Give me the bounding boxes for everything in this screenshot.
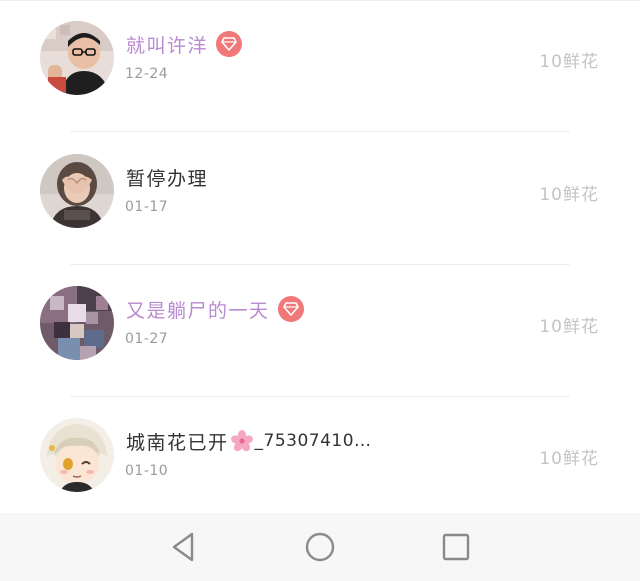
list-item[interactable]: 暂停办理 01-17 10鲜花 xyxy=(0,133,640,265)
flower-amount: 10鲜花 xyxy=(539,52,599,72)
user-name[interactable]: 城南花已开 _75307410… xyxy=(126,427,372,455)
row-divider xyxy=(70,131,570,132)
vip-diamond-icon xyxy=(216,31,243,57)
flower-amount: 10鲜花 xyxy=(539,449,599,469)
back-icon[interactable] xyxy=(166,530,200,564)
user-name-text: 暂停办理 xyxy=(126,167,209,190)
avatar[interactable] xyxy=(40,21,114,95)
gift-list-screen: 就叫许洋 12-24 10鲜花 暂停办理 01-17 10鲜花 又是躺尸的一天 … xyxy=(0,0,640,581)
list-item[interactable]: 就叫许洋 12-24 10鲜花 xyxy=(0,0,640,132)
avatar[interactable] xyxy=(40,154,114,228)
flower-amount: 10鲜花 xyxy=(539,317,599,337)
user-name[interactable]: 暂停办理 xyxy=(126,163,208,191)
recent-apps-icon[interactable] xyxy=(439,530,473,564)
gift-date: 12-24 xyxy=(125,66,169,82)
user-name-text: 就叫许洋 xyxy=(126,34,209,57)
user-name[interactable]: 就叫许洋 xyxy=(126,30,243,58)
list-item[interactable]: 又是躺尸的一天 01-27 10鲜花 xyxy=(0,265,640,397)
list-item[interactable]: 城南花已开 _75307410… 01-10 10鲜花 xyxy=(0,397,640,529)
vip-diamond-icon xyxy=(277,296,304,322)
cherry-blossom-icon xyxy=(230,430,253,452)
avatar[interactable] xyxy=(40,418,114,492)
user-name[interactable]: 又是躺尸的一天 xyxy=(126,295,304,323)
gift-date: 01-27 xyxy=(125,331,169,347)
gift-date: 01-10 xyxy=(125,463,169,479)
user-name-text: 又是躺尸的一天 xyxy=(126,299,270,322)
user-name-suffix: _75307410… xyxy=(254,431,372,451)
home-icon[interactable] xyxy=(303,530,337,564)
avatar[interactable] xyxy=(40,286,114,360)
user-name-text: 城南花已开 xyxy=(126,431,229,454)
gift-date: 01-17 xyxy=(125,199,169,215)
flower-amount: 10鲜花 xyxy=(539,185,599,205)
system-nav-bar xyxy=(0,513,640,581)
